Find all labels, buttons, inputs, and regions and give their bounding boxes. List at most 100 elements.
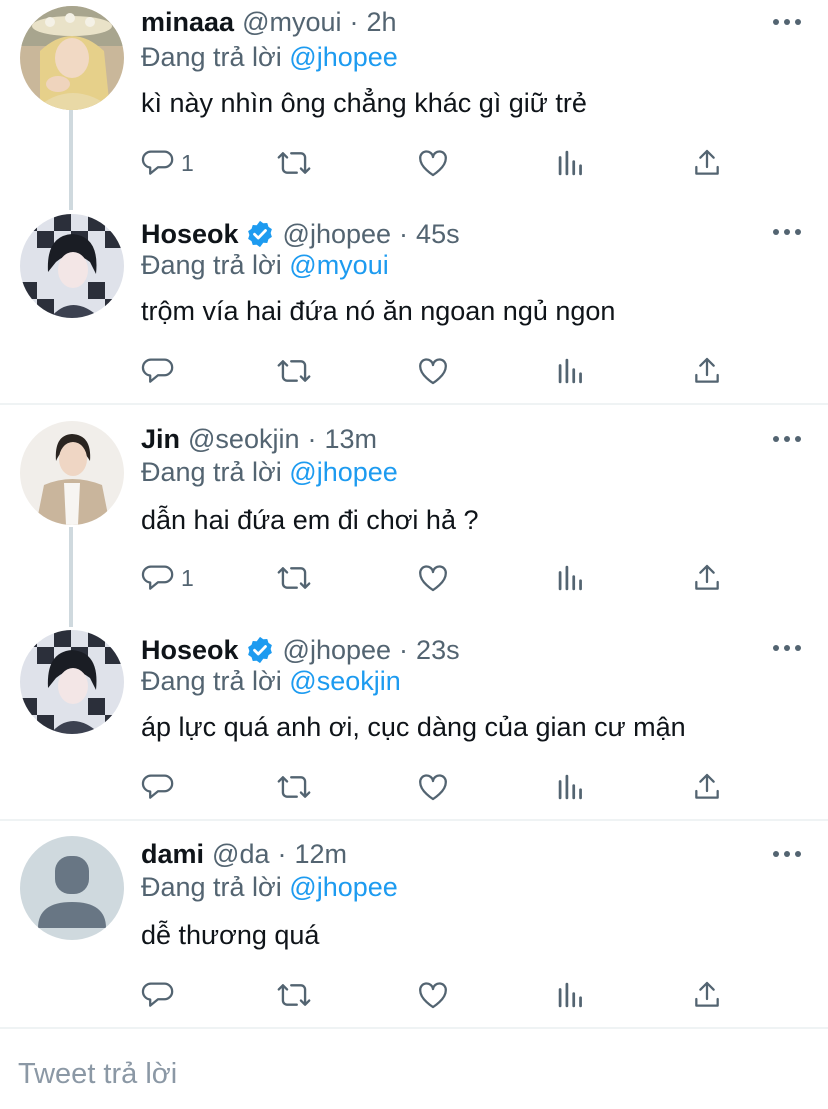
- share-button[interactable]: [691, 767, 723, 807]
- verified-badge-icon: [247, 636, 272, 664]
- like-button[interactable]: [416, 975, 450, 1015]
- author-handle[interactable]: @myoui: [242, 7, 341, 38]
- share-button[interactable]: [691, 143, 723, 183]
- more-icon[interactable]: [770, 638, 804, 658]
- reply-icon: [141, 150, 174, 175]
- retweet-button[interactable]: [276, 558, 312, 598]
- views-button[interactable]: [556, 351, 586, 391]
- tweet-time[interactable]: 13m: [324, 424, 377, 455]
- views-button[interactable]: [556, 975, 586, 1015]
- author-name[interactable]: Hoseok: [141, 635, 239, 666]
- tweet-text: áp lực quá anh ơi, cục dàng của gian cư …: [141, 712, 686, 742]
- more-icon[interactable]: [770, 12, 804, 32]
- tweet-text: dễ thương quá: [141, 920, 320, 950]
- like-button[interactable]: [416, 351, 450, 391]
- separator-dot: ·: [399, 218, 409, 249]
- reply-button[interactable]: [141, 351, 181, 391]
- reply-button[interactable]: [141, 975, 181, 1015]
- author-handle[interactable]: @da: [212, 839, 269, 870]
- retweet-icon: [277, 984, 311, 1006]
- tweet[interactable]: Hoseok @jhopee · 45s Đang trả lời @myoui…: [0, 210, 828, 402]
- more-icon[interactable]: [770, 429, 804, 449]
- action-bar: [141, 767, 741, 807]
- retweet-button[interactable]: [276, 143, 312, 183]
- like-button[interactable]: [416, 767, 450, 807]
- retweet-button[interactable]: [276, 975, 312, 1015]
- avatar[interactable]: [20, 630, 124, 734]
- tweet[interactable]: Hoseok @jhopee · 23s Đang trả lời @seokj…: [0, 626, 828, 818]
- tweet-header: Hoseok @jhopee · 23s: [141, 632, 460, 668]
- reply-compose-input[interactable]: Tweet trả lời: [18, 1058, 177, 1091]
- thread-divider: [0, 819, 828, 821]
- avatar[interactable]: [20, 421, 124, 525]
- like-icon: [419, 565, 447, 592]
- like-button[interactable]: [416, 143, 450, 183]
- thread-divider: [0, 403, 828, 405]
- retweet-icon: [277, 567, 311, 589]
- share-button[interactable]: [691, 975, 723, 1015]
- tweet-time[interactable]: 45s: [416, 219, 460, 250]
- replying-to: Đang trả lời @seokjin: [141, 666, 401, 697]
- replying-to-label: Đang trả lời: [141, 872, 282, 902]
- separator-dot: ·: [349, 6, 359, 37]
- separator-dot: ·: [277, 838, 287, 869]
- views-icon: [558, 774, 582, 800]
- retweet-icon: [277, 360, 311, 382]
- author-name[interactable]: Hoseok: [141, 219, 239, 250]
- reply-count: 1: [181, 149, 194, 176]
- action-bar: [141, 975, 741, 1015]
- reply-button[interactable]: 1: [141, 143, 194, 183]
- author-name[interactable]: Jin: [141, 424, 180, 455]
- like-icon: [419, 982, 447, 1009]
- share-button[interactable]: [691, 558, 723, 598]
- mention-link[interactable]: @myoui: [289, 250, 388, 280]
- replying-to: Đang trả lời @jhopee: [141, 457, 398, 488]
- like-button[interactable]: [416, 558, 450, 598]
- author-name[interactable]: dami: [141, 839, 204, 870]
- tweet-header: Hoseok @jhopee · 45s: [141, 216, 460, 252]
- views-button[interactable]: [556, 143, 586, 183]
- tweet-time[interactable]: 2h: [367, 7, 397, 38]
- share-icon: [695, 773, 719, 799]
- tweet[interactable]: dami @da · 12m Đang trả lời @jhopee dễ t…: [0, 832, 828, 1024]
- tweet[interactable]: minaaa @myoui · 2h Đang trả lời @jhopee …: [0, 0, 828, 200]
- reply-button[interactable]: 1: [141, 558, 194, 598]
- tweet-time[interactable]: 12m: [294, 839, 347, 870]
- tweet[interactable]: Jin @seokjin · 13m Đang trả lời @jhopee …: [0, 417, 828, 609]
- separator-dot: ·: [399, 634, 409, 665]
- views-button[interactable]: [556, 767, 586, 807]
- more-icon[interactable]: [770, 222, 804, 242]
- replying-to-label: Đang trả lời: [141, 42, 282, 72]
- retweet-button[interactable]: [276, 767, 312, 807]
- tweet-header: Jin @seokjin · 13m: [141, 421, 377, 457]
- views-button[interactable]: [556, 558, 586, 598]
- avatar[interactable]: [20, 836, 124, 940]
- tweet-text: dẫn hai đứa em đi chơi hả ?: [141, 505, 479, 535]
- action-bar: [141, 351, 741, 391]
- share-icon: [695, 357, 719, 383]
- share-button[interactable]: [691, 351, 723, 391]
- reply-count: 1: [181, 564, 194, 591]
- separator-dot: ·: [307, 423, 317, 454]
- replying-to: Đang trả lời @myoui: [141, 250, 389, 281]
- reply-icon: [141, 774, 174, 799]
- replying-to: Đang trả lời @jhopee: [141, 42, 398, 73]
- reply-button[interactable]: [141, 767, 181, 807]
- avatar[interactable]: [20, 6, 124, 110]
- mention-link[interactable]: @seokjin: [289, 666, 400, 696]
- avatar[interactable]: [20, 214, 124, 318]
- reply-icon: [141, 358, 174, 383]
- author-handle[interactable]: @seokjin: [188, 424, 299, 455]
- author-handle[interactable]: @jhopee: [283, 219, 392, 250]
- share-icon: [695, 564, 719, 590]
- mention-link[interactable]: @jhopee: [289, 872, 398, 902]
- retweet-button[interactable]: [276, 351, 312, 391]
- mention-link[interactable]: @jhopee: [289, 457, 398, 487]
- share-icon: [695, 981, 719, 1007]
- author-name[interactable]: minaaa: [141, 7, 234, 38]
- tweet-time[interactable]: 23s: [416, 635, 460, 666]
- author-handle[interactable]: @jhopee: [283, 635, 392, 666]
- views-icon: [558, 982, 582, 1008]
- mention-link[interactable]: @jhopee: [289, 42, 398, 72]
- more-icon[interactable]: [770, 844, 804, 864]
